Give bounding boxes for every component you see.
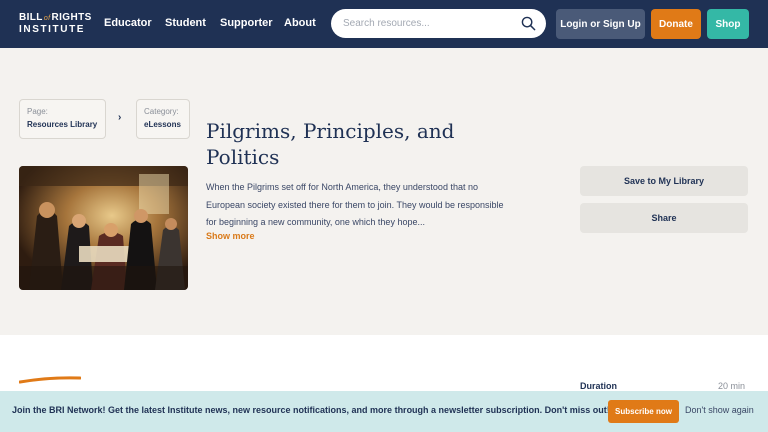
duration-value: 20 min [718, 381, 746, 391]
show-more-link[interactable]: Show more [206, 231, 255, 241]
search-input[interactable] [343, 15, 513, 32]
donate-button[interactable]: Donate [651, 9, 701, 39]
breadcrumb-page-value: Resources Library [27, 120, 98, 129]
breadcrumb-category-value: eLessons [144, 120, 181, 129]
nav-educator[interactable]: Educator [104, 17, 152, 29]
logo-word-bill: BILL [19, 12, 43, 23]
duration-label: Duration [580, 381, 617, 391]
login-button[interactable]: Login or Sign Up [556, 9, 645, 39]
pilgrims-painting [19, 166, 188, 290]
decorative-swoosh [19, 376, 81, 384]
search-icon[interactable] [521, 16, 536, 31]
chevron-right-icon: › [118, 112, 122, 123]
search-bar [331, 9, 546, 38]
breadcrumb-page[interactable]: Page: Resources Library [19, 99, 106, 139]
shop-button[interactable]: Shop [707, 9, 749, 39]
lesson-hero: Page: Resources Library › Category: eLes… [0, 48, 768, 335]
site-header: BILLofRIGHTS INSTITUTE Educator Student … [0, 0, 768, 48]
breadcrumb-page-label: Page: [27, 107, 48, 116]
nav-student[interactable]: Student [165, 17, 206, 29]
logo-word-of: of [43, 15, 51, 22]
bri-logo[interactable]: BILLofRIGHTS INSTITUTE [19, 12, 92, 35]
newsletter-text: Join the BRI Network! Get the latest Ins… [12, 405, 610, 415]
save-to-library-button[interactable]: Save to My Library [580, 166, 748, 196]
logo-word-institute: INSTITUTE [19, 24, 86, 35]
nav-supporter[interactable]: Supporter [220, 17, 273, 29]
breadcrumb-category-label: Category: [144, 107, 179, 116]
subscribe-button[interactable]: Subscribe now [608, 400, 679, 423]
share-button[interactable]: Share [580, 203, 748, 233]
dont-show-again-link[interactable]: Don't show again [685, 405, 754, 415]
newsletter-banner: Join the BRI Network! Get the latest Ins… [0, 391, 768, 432]
lesson-title: Pilgrims, Principles, and Politics [206, 119, 455, 169]
breadcrumb-category[interactable]: Category: eLessons [136, 99, 190, 139]
lesson-image [19, 166, 188, 290]
lesson-description: When the Pilgrims set off for North Amer… [206, 182, 504, 227]
logo-word-rights: RIGHTS [51, 12, 92, 23]
nav-about[interactable]: About [284, 17, 316, 29]
